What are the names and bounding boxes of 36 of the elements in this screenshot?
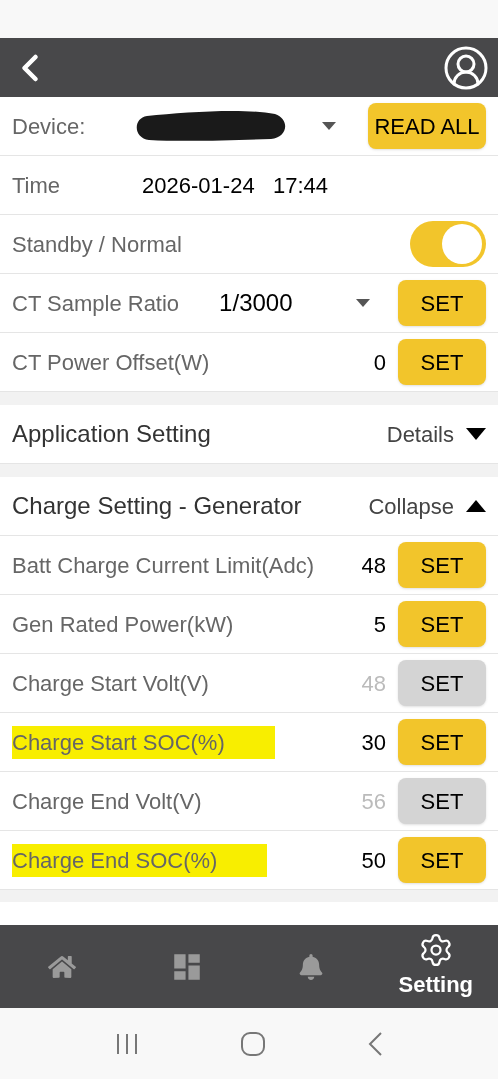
setting-value: 5: [373, 610, 386, 639]
time-value: 2026-01-24 17:44: [142, 171, 328, 200]
bell-icon: [298, 953, 325, 980]
mode-toggle[interactable]: [410, 221, 486, 267]
set-button[interactable]: SET: [398, 339, 486, 385]
setting-label: CT Sample Ratio: [12, 289, 180, 318]
setting-value: 48: [361, 669, 386, 698]
setting-label: Charge Start Volt(V): [12, 669, 209, 698]
setting-label: CT Power Offset(W): [12, 348, 210, 377]
dropdown-caret-icon[interactable]: [356, 299, 370, 307]
setting-value: 48: [361, 551, 386, 580]
set-button[interactable]: SET: [398, 837, 486, 883]
setting-value: 56: [361, 787, 386, 816]
setting-label: Gen Rated Power(kW): [12, 610, 234, 639]
recent-apps-icon[interactable]: [114, 1031, 139, 1056]
setting-label: Charge End Volt(V): [12, 787, 202, 816]
setting-value: 0: [373, 348, 386, 377]
setting-value: 30: [361, 728, 386, 757]
set-button[interactable]: SET: [398, 542, 486, 588]
read-all-button[interactable]: READ ALL: [368, 103, 486, 149]
set-button[interactable]: SET: [398, 280, 486, 326]
setting-label: Charge Start SOC(%): [12, 725, 275, 759]
section-title: Application Setting: [12, 419, 211, 449]
setting-label: Batt Charge Current Limit(Adc): [12, 551, 314, 580]
setting-label: Device:: [12, 112, 86, 141]
section-toggle[interactable]: Collapse: [368, 489, 486, 523]
setting-value: 50: [361, 846, 386, 875]
dropdown-caret-icon[interactable]: [322, 122, 336, 130]
ratio-select[interactable]: 1/3000: [219, 285, 293, 321]
set-button[interactable]: SET: [398, 601, 486, 647]
setting-label: Standby / Normal: [12, 230, 182, 259]
set-button[interactable]: SET: [398, 719, 486, 765]
section-title: Charge Setting - Generator: [12, 491, 302, 521]
setting-label: Time: [12, 171, 61, 200]
section-toggle[interactable]: Details: [386, 417, 486, 451]
setting-label: Charge End SOC(%): [12, 843, 268, 877]
